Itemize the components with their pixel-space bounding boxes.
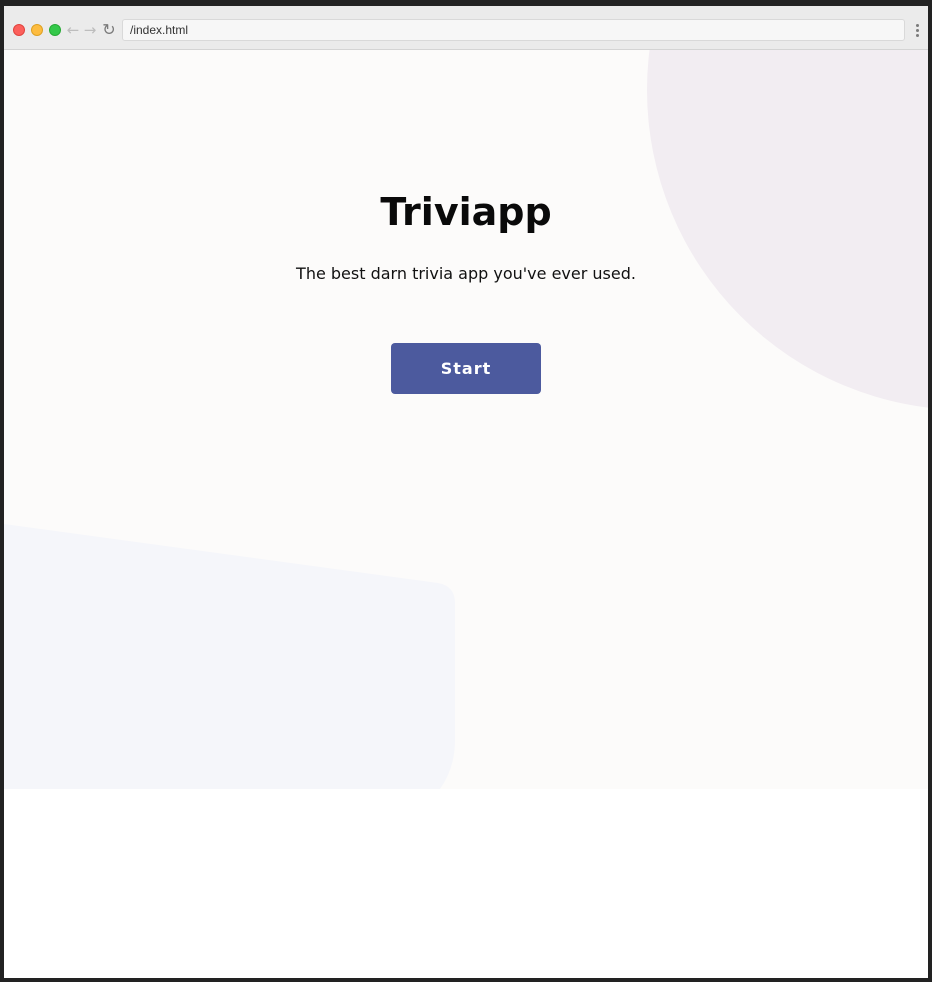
page-title: Triviapp (380, 190, 552, 234)
browser-toolbar: ← → ↻ /index.html (4, 6, 928, 50)
reload-icon[interactable]: ↻ (101, 21, 117, 39)
start-button[interactable]: Start (391, 343, 541, 394)
minimize-window-icon[interactable] (31, 24, 43, 36)
page-subtitle: The best darn trivia app you've ever use… (296, 264, 636, 283)
hero-section: Triviapp The best darn trivia app you've… (4, 50, 928, 789)
arrow-right-icon[interactable]: → (82, 21, 98, 39)
decorative-blob-bottom (4, 524, 455, 789)
kebab-menu-icon[interactable] (912, 24, 922, 38)
browser-window: ← → ↻ /index.html Triviapp The best darn… (4, 6, 928, 978)
maximize-window-icon[interactable] (49, 24, 61, 36)
page-bottom-blank (4, 789, 928, 978)
address-bar[interactable]: /index.html (122, 19, 905, 41)
arrow-left-icon[interactable]: ← (65, 21, 81, 39)
close-window-icon[interactable] (13, 24, 25, 36)
